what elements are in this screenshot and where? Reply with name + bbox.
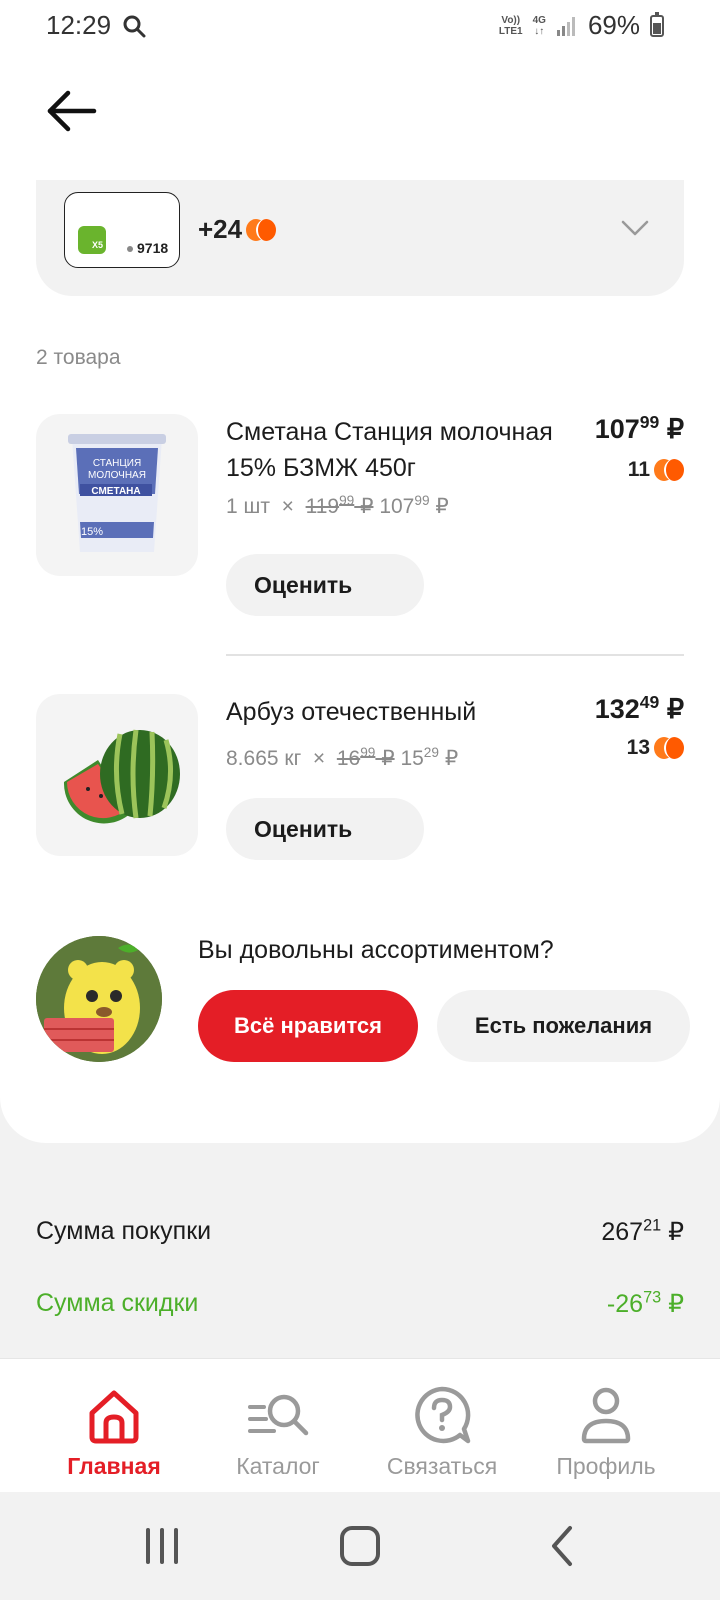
card-number: 9718 bbox=[137, 240, 169, 256]
battery-percent: 69% bbox=[587, 10, 640, 40]
unit-price-line: 8.665 кг × 1699 ₽ 1529 ₽ bbox=[226, 745, 459, 770]
network-4g-icon: 4G ↓↑ bbox=[532, 14, 546, 37]
item-points: 13 bbox=[627, 736, 684, 760]
sour-cream-cup-icon[interactable]: СТАНЦИЯ МОЛОЧНАЯ СМЕТАНА 15% bbox=[36, 414, 198, 576]
total-value: 26721 ₽ bbox=[601, 1216, 684, 1246]
status-time: 12:29 bbox=[46, 10, 112, 40]
svg-text:15%: 15% bbox=[81, 526, 103, 538]
discount-label: Сумма скидки bbox=[36, 1289, 199, 1317]
mascot-avatar bbox=[36, 936, 162, 1062]
search-icon bbox=[123, 15, 146, 38]
nav-catalog-label: Каталог bbox=[236, 1453, 320, 1479]
item-name: Арбуз отечественный bbox=[226, 698, 477, 726]
system-back-icon[interactable] bbox=[540, 1522, 588, 1570]
rate-button[interactable]: Оценить bbox=[226, 798, 424, 860]
svg-text:СТАНЦИЯ: СТАНЦИЯ bbox=[93, 458, 141, 469]
item-divider bbox=[226, 654, 684, 656]
chevron-down-icon[interactable] bbox=[620, 218, 650, 238]
items-count: 2 товара bbox=[36, 346, 121, 369]
old-price: 1699 ₽ bbox=[336, 745, 395, 770]
loyalty-card-badge: X5 9718 bbox=[64, 192, 180, 268]
new-price: 1529 ₽ bbox=[400, 745, 459, 770]
points-coin-icon bbox=[246, 218, 277, 241]
survey-question: Вы довольны ассортиментом? bbox=[198, 936, 554, 964]
discount-value: -2673 ₽ bbox=[606, 1288, 684, 1318]
recent-apps-icon[interactable] bbox=[138, 1522, 186, 1570]
nav-contact[interactable]: Связаться bbox=[352, 1359, 532, 1493]
bottom-navigation: Главная Каталог Связаться Профиль bbox=[0, 1358, 720, 1492]
item-price: 13249 ₽ bbox=[594, 692, 684, 724]
svg-text:СМЕТАНА: СМЕТАНА bbox=[91, 486, 140, 497]
card-dot bbox=[127, 246, 133, 252]
volte-indicator: Vo)) LTE1 bbox=[498, 14, 523, 37]
rate-button[interactable]: Оценить bbox=[226, 554, 424, 616]
points-earned-value: +24 bbox=[198, 214, 243, 244]
nav-catalog[interactable]: Каталог bbox=[188, 1359, 368, 1493]
system-navigation-bar bbox=[0, 1492, 720, 1600]
watermelon-icon[interactable] bbox=[36, 694, 198, 856]
profile-icon bbox=[581, 1387, 631, 1444]
points-coin-icon bbox=[654, 459, 684, 481]
item-name: Сметана Станция молочная 15% БЗМЖ 450г bbox=[226, 418, 553, 482]
like-all-button[interactable]: Всё нравится bbox=[198, 990, 418, 1062]
nav-profile[interactable]: Профиль bbox=[516, 1359, 696, 1493]
status-indicators: Vo)) LTE1 4G ↓↑ 69% bbox=[499, 10, 664, 41]
nav-home-label: Главная bbox=[67, 1453, 161, 1479]
nav-contact-label: Связаться bbox=[386, 1453, 498, 1479]
svg-text:МОЛОЧНАЯ: МОЛОЧНАЯ bbox=[88, 470, 146, 481]
points-coin-icon bbox=[654, 737, 684, 759]
battery-icon bbox=[650, 11, 664, 37]
suggestions-button[interactable]: Есть пожелания bbox=[437, 990, 690, 1062]
nav-profile-label: Профиль bbox=[556, 1453, 656, 1479]
old-price: 11999 ₽ bbox=[305, 493, 374, 518]
new-price: 10799 ₽ bbox=[379, 493, 449, 518]
total-label: Сумма покупки bbox=[36, 1217, 212, 1245]
item-points: 11 bbox=[628, 458, 684, 482]
status-bar: 12:29 Vo)) LTE1 4G ↓↑ 69% bbox=[0, 0, 720, 56]
home-icon bbox=[89, 1390, 139, 1444]
catalog-search-icon bbox=[248, 1394, 309, 1436]
x5-logo-icon: X5 bbox=[78, 226, 106, 254]
item-price: 10799 ₽ bbox=[594, 412, 684, 444]
back-arrow-icon[interactable] bbox=[44, 88, 100, 134]
nav-home[interactable]: Главная bbox=[24, 1359, 204, 1493]
loyalty-points-panel[interactable]: X5 9718 +24 bbox=[36, 180, 684, 296]
points-earned: +24 bbox=[198, 214, 277, 245]
unit-price-line: 1 шт × 11999 ₽ 10799 ₽ bbox=[226, 493, 449, 518]
signal-icon bbox=[556, 16, 575, 36]
help-chat-icon bbox=[415, 1386, 471, 1444]
home-button-icon[interactable] bbox=[336, 1522, 384, 1570]
